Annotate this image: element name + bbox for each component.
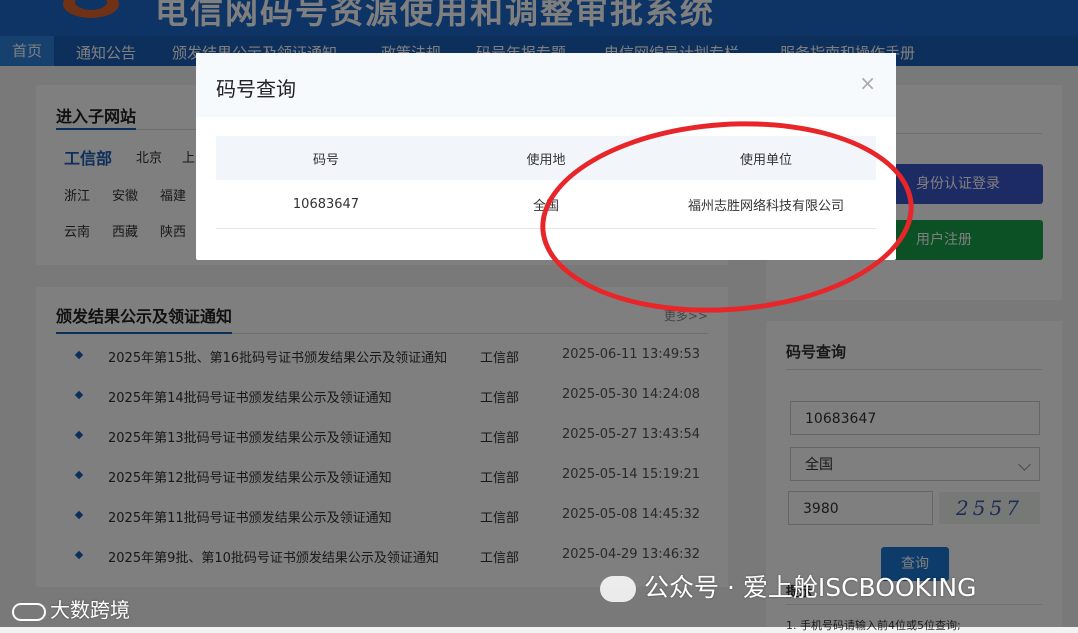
- column-header: 码号: [312, 152, 339, 168]
- brand-logo-icon: [12, 602, 46, 621]
- result-number: 10683647: [292, 196, 360, 212]
- dialog-title: 码号查询: [216, 77, 296, 101]
- watermark-right: 公众号 · 爱上舱ISCBOOKING: [600, 568, 976, 604]
- dialog-header: 码号查询 ×: [196, 53, 896, 117]
- close-icon[interactable]: ×: [859, 71, 876, 95]
- watermark-left: 大数跨境: [12, 594, 130, 623]
- wechat-icon: [600, 576, 636, 602]
